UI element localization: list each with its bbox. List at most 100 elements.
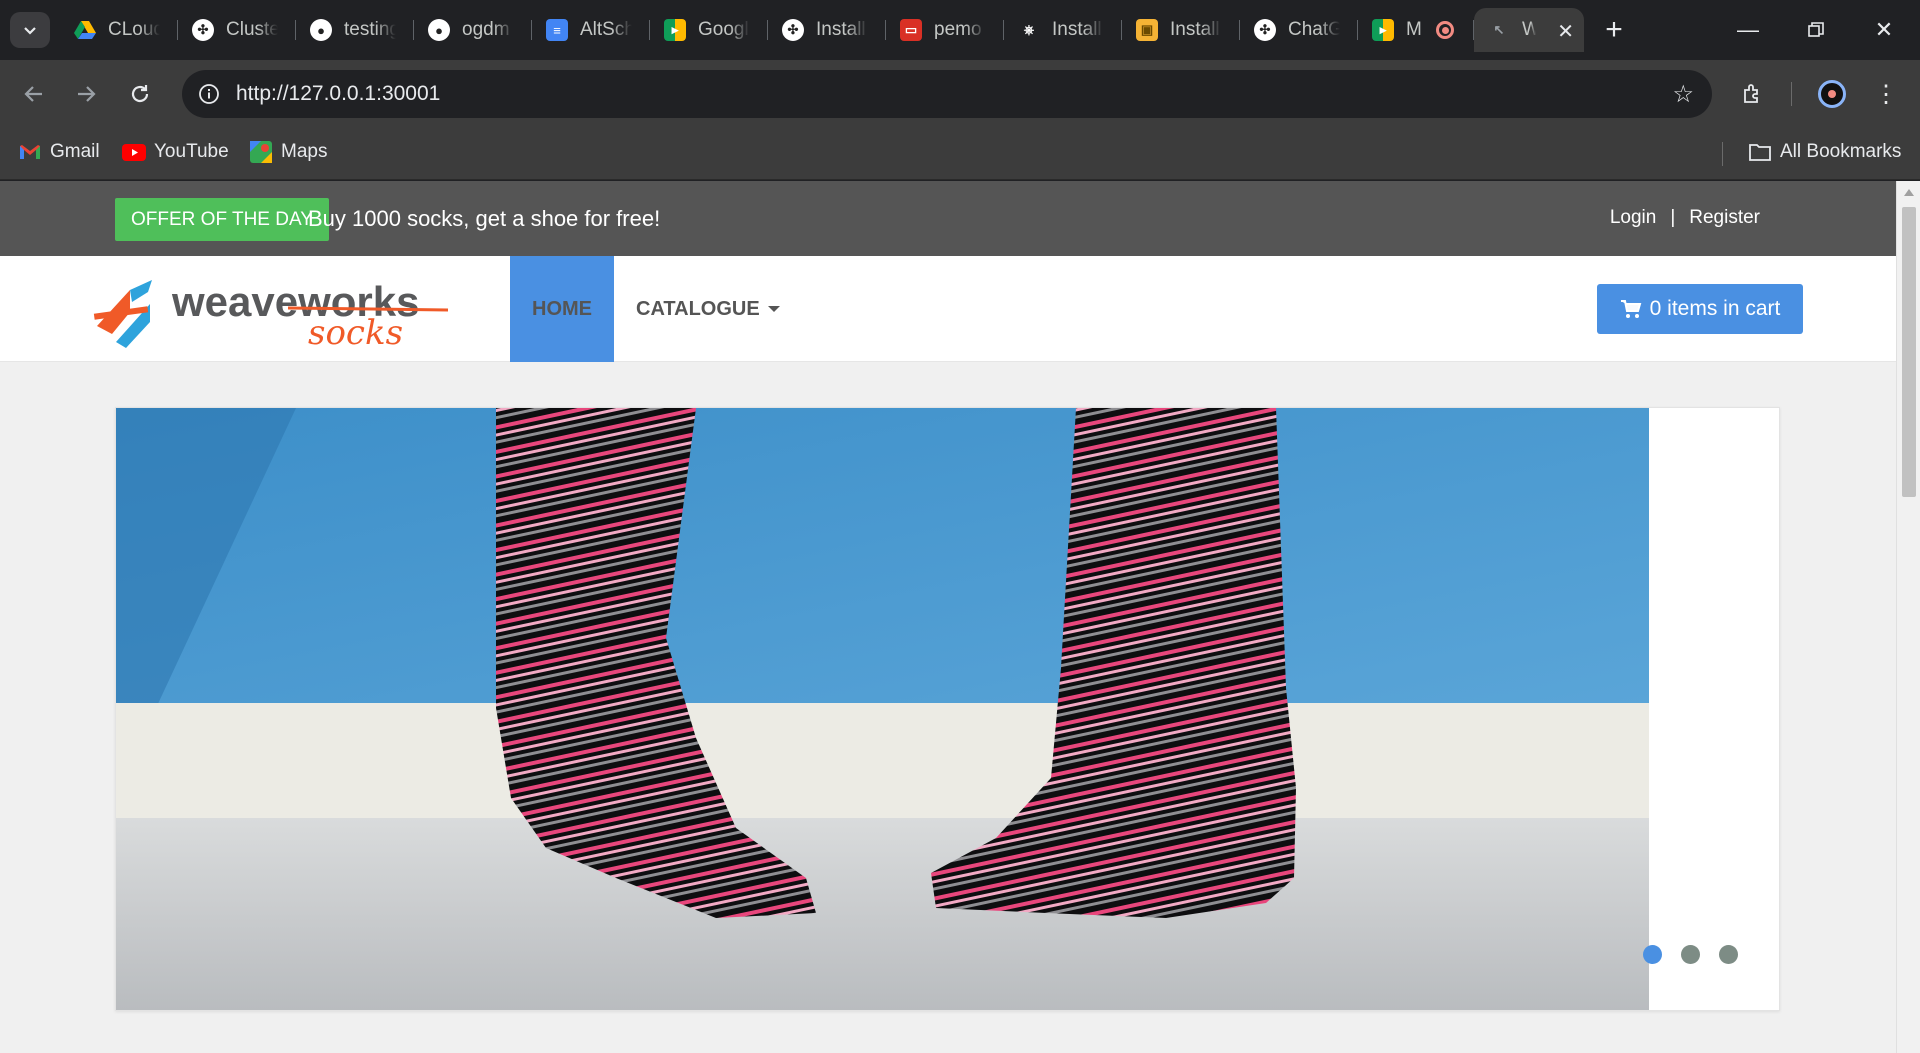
bookmark-youtube[interactable]: YouTube [122, 140, 229, 164]
minimize-button[interactable]: — [1722, 10, 1774, 50]
tab-title: Install [816, 19, 866, 40]
weaveworks-socks-logo[interactable]: weaveworks socks [92, 272, 452, 353]
bookmark-gmail[interactable]: Gmail [18, 140, 100, 164]
tab-active[interactable]: ↖ W ✕ [1474, 8, 1584, 52]
bookmark-label: Gmail [50, 141, 100, 162]
page-scrollbar[interactable] [1896, 181, 1920, 1053]
github-icon: ● [310, 19, 332, 41]
address-bar[interactable]: http://127.0.0.1:30001 ☆ [182, 70, 1712, 118]
bookmark-star-icon[interactable]: ☆ [1672, 80, 1694, 109]
logo-mark-icon [93, 280, 152, 348]
hero-image [116, 408, 1649, 1010]
register-link[interactable]: Register [1689, 207, 1760, 229]
tab-title: Cluste [226, 19, 278, 40]
tab-title: W [1522, 19, 1536, 40]
new-tab-button[interactable]: + [1596, 12, 1632, 48]
main-navbar: weaveworks socks HOME CATALOGUE 0 items … [0, 256, 1896, 362]
tab-title: Install [1052, 19, 1102, 40]
folder-icon [1748, 140, 1772, 164]
caret-down-icon [767, 306, 780, 312]
tab[interactable]: ▸ M [1358, 8, 1474, 52]
auth-separator: | [1670, 207, 1676, 228]
bookmarks-divider [1722, 142, 1723, 166]
hero-carousel[interactable] [115, 407, 1780, 1011]
offer-bar: OFFER OF THE DAY Buy 1000 socks, get a s… [0, 181, 1896, 256]
google-drive-icon [74, 19, 96, 41]
site-info-icon[interactable] [194, 79, 224, 109]
nav-catalogue-dropdown[interactable]: CATALOGUE [636, 256, 780, 362]
close-tab-icon[interactable]: ✕ [1557, 19, 1574, 44]
tab-list: CLoud ✣ Cluste ● testing ● ogdm ≡ AltSch… [60, 8, 1584, 52]
cart-label: 0 items in cart [1649, 297, 1781, 320]
tab[interactable]: ● ogdm [414, 8, 532, 52]
carousel-dot-1[interactable] [1643, 945, 1662, 964]
tab-title: CLoud [108, 19, 160, 40]
cart-button[interactable]: 0 items in cart [1597, 284, 1803, 334]
reload-icon [131, 85, 149, 103]
page-viewport: OFFER OF THE DAY Buy 1000 socks, get a s… [0, 181, 1920, 1053]
forward-button[interactable] [66, 74, 106, 114]
logo-strike-line [287, 306, 449, 312]
close-window-button[interactable]: ✕ [1858, 10, 1910, 50]
slides-icon: ▭ [900, 19, 922, 41]
bookmarks-bar: Gmail YouTube Maps All Bookmarks [0, 128, 1920, 180]
toolbar-divider [1791, 82, 1792, 106]
bookmark-label: YouTube [154, 141, 229, 162]
nav-catalogue-label: CATALOGUE [636, 297, 760, 320]
tab-title: testing [344, 19, 396, 40]
arrow-left-icon [24, 86, 42, 102]
login-link[interactable]: Login [1610, 207, 1657, 229]
chatgpt-icon: ✣ [1254, 19, 1276, 41]
nav-home-link[interactable]: HOME [510, 256, 614, 362]
bookmark-maps[interactable]: Maps [249, 140, 327, 164]
tab-title: ogdm [462, 19, 510, 40]
scrollbar-thumb[interactable] [1902, 207, 1916, 497]
tab[interactable]: ▭ pemo [886, 8, 1004, 52]
chatgpt-icon: ✣ [192, 19, 214, 41]
tab[interactable]: ✣ Install [768, 8, 886, 52]
restore-button[interactable] [1790, 10, 1842, 50]
logo-text-bottom: socks [308, 313, 403, 348]
arrow-right-icon [78, 86, 96, 102]
url-text[interactable]: http://127.0.0.1:30001 [236, 82, 440, 106]
gmail-icon [18, 140, 42, 164]
tab[interactable]: ▣ Install [1122, 8, 1240, 52]
tab-title: Install [1170, 19, 1220, 40]
tab-title: Googl [698, 19, 749, 40]
google-docs-icon: ≡ [546, 19, 568, 41]
carousel-dot-2[interactable] [1681, 945, 1700, 964]
github-icon: ● [428, 19, 450, 41]
shopping-cart-icon [1620, 300, 1641, 318]
extensions-icon[interactable] [1733, 74, 1773, 114]
tab-title: pemo [934, 19, 982, 40]
chatgpt-icon: ✣ [782, 19, 804, 41]
google-meet-icon: ▸ [664, 19, 686, 41]
tab[interactable]: CLoud [60, 8, 178, 52]
tab[interactable]: ✣ Cluste [178, 8, 296, 52]
tab[interactable]: ⎈ Install [1004, 8, 1122, 52]
reload-button[interactable] [120, 74, 160, 114]
menu-kebab-icon[interactable]: ⋮ [1866, 74, 1906, 114]
profile-avatar[interactable] [1812, 74, 1852, 114]
browser-toolbar: http://127.0.0.1:30001 ☆ ⋮ [0, 60, 1920, 128]
tab[interactable]: ✣ ChatG [1240, 8, 1358, 52]
tab[interactable]: ▸ Googl [650, 8, 768, 52]
youtube-icon [122, 140, 146, 164]
tab-title: M [1406, 19, 1422, 40]
tab[interactable]: ≡ AltSch [532, 8, 650, 52]
tab[interactable]: ● testing [296, 8, 414, 52]
carousel-dot-3[interactable] [1719, 945, 1738, 964]
chevron-down-icon [24, 27, 36, 35]
helm-icon: ⎈ [1023, 22, 1035, 37]
back-button[interactable] [14, 74, 54, 114]
google-meet-icon: ▸ [1372, 19, 1394, 41]
restore-icon [1808, 22, 1824, 37]
all-bookmarks-label: All Bookmarks [1780, 141, 1902, 162]
tab-search-button[interactable] [10, 12, 50, 48]
recording-icon [1436, 21, 1454, 39]
scroll-up-arrow-icon[interactable] [1904, 189, 1914, 196]
tab-title: AltSch [580, 19, 632, 40]
offer-text: Buy 1000 socks, get a shoe for free! [308, 206, 661, 231]
tab-title: ChatG [1288, 19, 1340, 40]
all-bookmarks-button[interactable]: All Bookmarks [1748, 140, 1901, 164]
